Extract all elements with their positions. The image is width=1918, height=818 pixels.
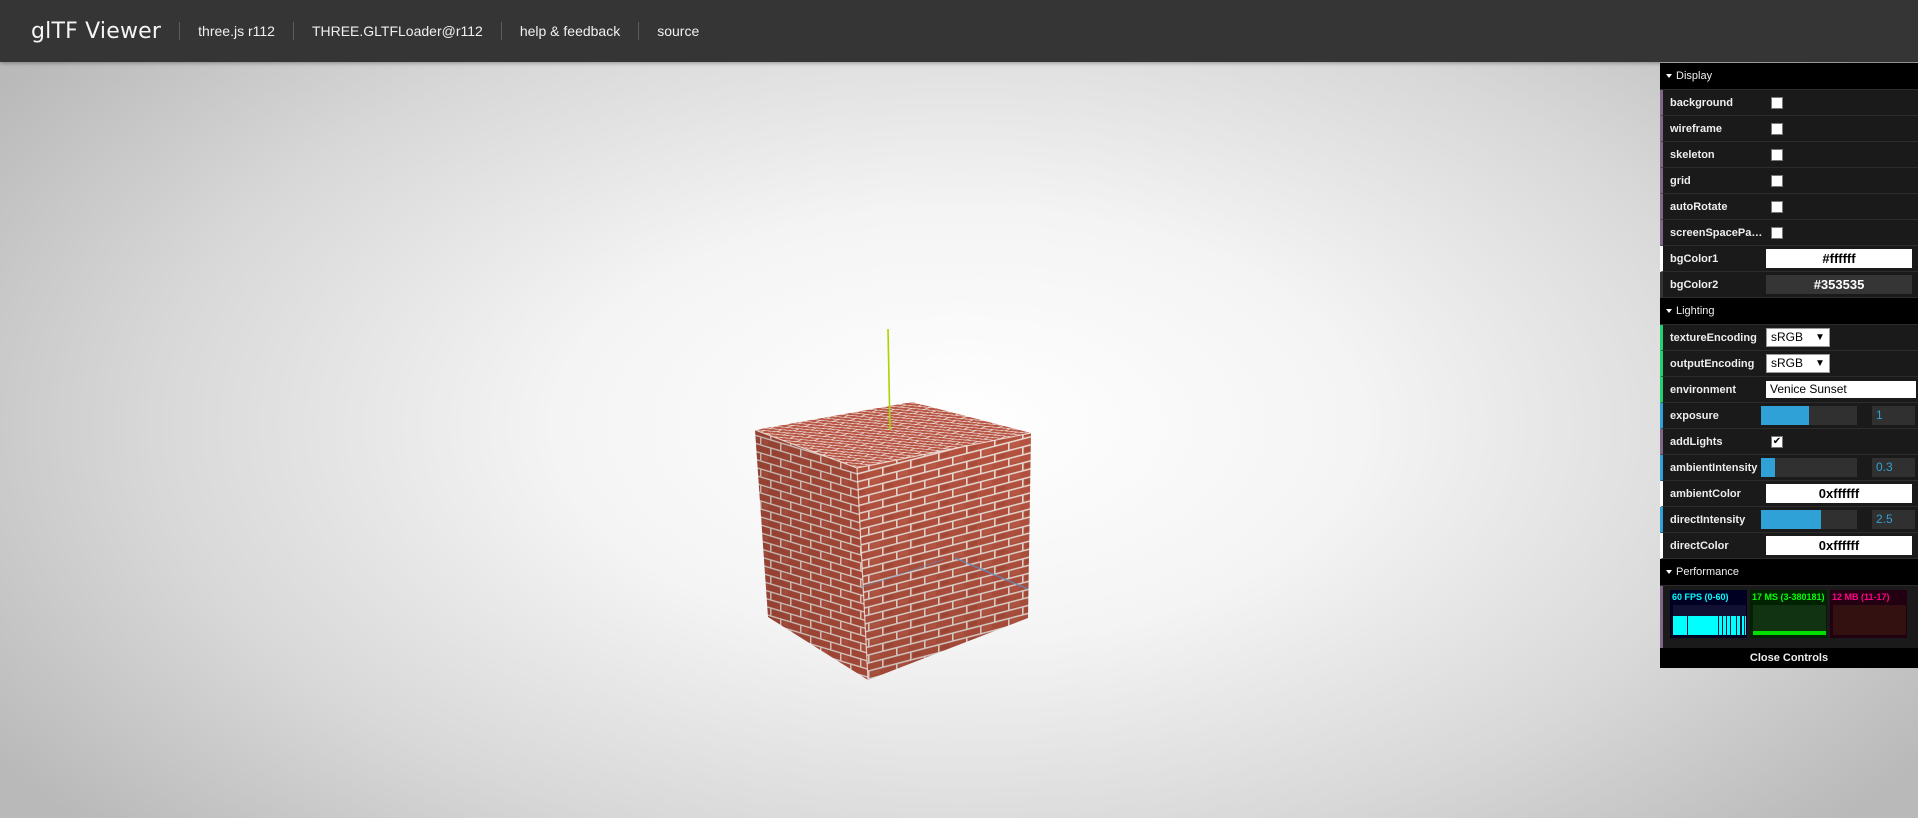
- ambient-color-input[interactable]: 0xffffff: [1766, 484, 1912, 503]
- ms-graph: [1753, 605, 1826, 635]
- bgcolor1-input[interactable]: #ffffff: [1766, 249, 1912, 268]
- source-link[interactable]: source: [638, 22, 717, 40]
- mb-graph: [1833, 605, 1906, 635]
- direct-intensity-row[interactable]: directIntensity 2.5: [1660, 507, 1918, 533]
- direct-intensity-input[interactable]: 2.5: [1872, 510, 1915, 529]
- exposure-slider[interactable]: [1761, 406, 1857, 425]
- direct-color-row[interactable]: directColor 0xffffff: [1660, 533, 1918, 559]
- environment-row[interactable]: environment Venice Sunset: [1660, 377, 1918, 403]
- environment-label: environment: [1670, 383, 1737, 396]
- app-title: glTF Viewer: [31, 18, 162, 44]
- exposure-row[interactable]: exposure 1: [1660, 403, 1918, 429]
- background-label: background: [1670, 96, 1733, 109]
- autorotate-checkbox[interactable]: [1771, 200, 1783, 213]
- ambient-intensity-slider[interactable]: [1761, 458, 1857, 477]
- ambient-intensity-label: ambientIntensity: [1670, 461, 1758, 474]
- output-encoding-select[interactable]: sRGB ▼: [1766, 354, 1830, 373]
- bgcolor2-row[interactable]: bgColor2 #353535: [1660, 272, 1918, 298]
- texture-encoding-label: textureEncoding: [1670, 331, 1757, 344]
- wireframe-row[interactable]: wireframe: [1660, 116, 1918, 142]
- background-checkbox[interactable]: [1771, 96, 1783, 109]
- controls-panel: Display background wireframe skeleton gr…: [1660, 63, 1918, 668]
- texture-encoding-value: sRGB: [1771, 330, 1804, 344]
- add-lights-label: addLights: [1670, 435, 1723, 448]
- gltf-loader-link[interactable]: THREE.GLTFLoader@r112: [292, 22, 501, 40]
- ambient-intensity-input[interactable]: 0.3: [1872, 458, 1915, 477]
- ambient-intensity-slider-fill: [1761, 458, 1776, 477]
- mb-panel[interactable]: 12 MB (11-17): [1830, 590, 1907, 638]
- ms-readout: 17 MS (3-380181): [1752, 592, 1825, 602]
- performance-folder-title[interactable]: Performance: [1660, 559, 1918, 586]
- output-encoding-label: outputEncoding: [1670, 357, 1755, 370]
- bgcolor1-label: bgColor1: [1670, 252, 1719, 265]
- ambient-color-row[interactable]: ambientColor 0xffffff: [1660, 481, 1918, 507]
- 3d-viewport[interactable]: [0, 62, 1918, 818]
- direct-color-label: directColor: [1670, 539, 1729, 552]
- direct-color-input[interactable]: 0xffffff: [1766, 536, 1912, 555]
- wireframe-checkbox[interactable]: [1771, 122, 1783, 135]
- add-lights-row[interactable]: addLights ✔: [1660, 429, 1918, 455]
- lighting-folder-title[interactable]: Lighting: [1660, 298, 1918, 325]
- environment-select[interactable]: Venice Sunset: [1766, 381, 1916, 398]
- ambient-intensity-row[interactable]: ambientIntensity 0.3: [1660, 455, 1918, 481]
- exposure-label: exposure: [1670, 409, 1719, 422]
- dropdown-arrow-icon: ▼: [1815, 332, 1825, 343]
- add-lights-checkbox[interactable]: ✔: [1771, 435, 1783, 448]
- exposure-slider-fill: [1761, 406, 1809, 425]
- grid-label: grid: [1670, 174, 1691, 187]
- scene-canvas[interactable]: [0, 62, 1918, 818]
- help-feedback-link[interactable]: help & feedback: [500, 22, 638, 40]
- grid-checkbox[interactable]: [1771, 174, 1783, 187]
- screen-space-panning-label: screenSpacePan…: [1670, 226, 1768, 239]
- wireframe-label: wireframe: [1670, 122, 1722, 135]
- dropdown-arrow-icon: ▼: [1815, 358, 1825, 369]
- close-controls-button[interactable]: Close Controls: [1660, 648, 1918, 668]
- direct-intensity-slider-fill: [1761, 510, 1821, 529]
- screen-space-panning-checkbox[interactable]: [1771, 226, 1783, 239]
- bgcolor2-input[interactable]: #353535: [1766, 275, 1912, 294]
- display-folder-title[interactable]: Display: [1660, 63, 1918, 90]
- screen-space-panning-row[interactable]: screenSpacePan…: [1660, 220, 1918, 246]
- grid-row[interactable]: grid: [1660, 168, 1918, 194]
- output-encoding-value: sRGB: [1771, 356, 1804, 370]
- ms-panel[interactable]: 17 MS (3-380181): [1750, 590, 1827, 638]
- fps-panel[interactable]: 60 FPS (0-60): [1670, 590, 1747, 638]
- output-encoding-row[interactable]: outputEncoding sRGB ▼: [1660, 351, 1918, 377]
- direct-intensity-label: directIntensity: [1670, 513, 1746, 526]
- skeleton-checkbox[interactable]: [1771, 148, 1783, 161]
- performance-stats: 60 FPS (0-60) 17 MS (3-380181) 12 MB (11…: [1660, 586, 1918, 648]
- mb-readout: 12 MB (11-17): [1832, 592, 1890, 602]
- threejs-version-link[interactable]: three.js r112: [179, 22, 293, 40]
- background-row[interactable]: background: [1660, 90, 1918, 116]
- app-header: glTF Viewer three.js r112 THREE.GLTFLoad…: [0, 0, 1918, 62]
- autorotate-row[interactable]: autoRotate: [1660, 194, 1918, 220]
- exposure-input[interactable]: 1: [1872, 406, 1915, 425]
- fps-graph: [1673, 605, 1746, 635]
- bgcolor1-row[interactable]: bgColor1 #ffffff: [1660, 246, 1918, 272]
- autorotate-label: autoRotate: [1670, 200, 1728, 213]
- texture-encoding-row[interactable]: textureEncoding sRGB ▼: [1660, 325, 1918, 351]
- fps-readout: 60 FPS (0-60): [1672, 592, 1729, 602]
- ambient-color-label: ambientColor: [1670, 487, 1741, 500]
- bgcolor2-label: bgColor2: [1670, 278, 1719, 291]
- texture-encoding-select[interactable]: sRGB ▼: [1766, 328, 1830, 347]
- skeleton-label: skeleton: [1670, 148, 1715, 161]
- direct-intensity-slider[interactable]: [1761, 510, 1857, 529]
- skeleton-row[interactable]: skeleton: [1660, 142, 1918, 168]
